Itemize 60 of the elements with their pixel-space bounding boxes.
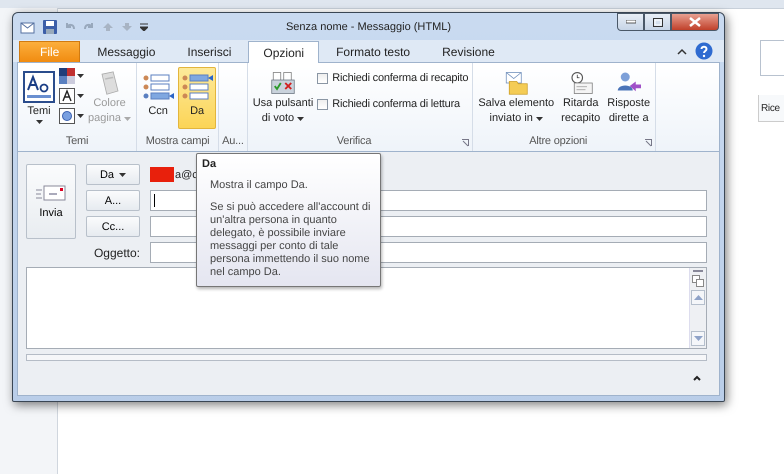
close-icon bbox=[689, 17, 701, 27]
ribbon-tab[interactable]: Revisione bbox=[427, 41, 510, 62]
group-label: Au... bbox=[221, 135, 245, 149]
font-icon[interactable] bbox=[59, 88, 75, 104]
collapse-ribbon-icon[interactable] bbox=[677, 48, 687, 54]
help-icon[interactable] bbox=[695, 42, 713, 60]
ribbon-button[interactable]: Temi bbox=[20, 67, 58, 129]
save-icon[interactable] bbox=[43, 20, 57, 34]
split-handle-icon bbox=[693, 270, 703, 272]
customize-menu-icon[interactable] bbox=[140, 22, 148, 30]
tooltip-text: Se si può accedere all'account di un'altra persona in quanto delegato, è possibile inviare messaggi per conto di tale persona immettendo il suo nome nel campo Da. bbox=[209, 201, 372, 279]
maximize-icon bbox=[652, 18, 662, 26]
ribbon-button[interactable]: Salva elemento inviato in bbox=[475, 67, 558, 129]
ribbon-tab[interactable]: Formato testo bbox=[321, 41, 426, 62]
ribbon-button[interactable]: Da bbox=[178, 67, 216, 129]
caret-icon bbox=[297, 117, 304, 121]
minimize-button[interactable] bbox=[617, 13, 644, 31]
group-label: Altre opzioni bbox=[528, 135, 588, 149]
window-title: Senza nome - Messaggio (HTML) bbox=[286, 21, 452, 33]
dialog-launcher-icon[interactable] bbox=[644, 139, 652, 147]
send-button[interactable]: Invia bbox=[26, 164, 76, 239]
tooltip-title: Da bbox=[202, 158, 218, 170]
group-label: Mostra campi bbox=[144, 135, 210, 149]
address-button[interactable]: A... bbox=[86, 190, 140, 211]
checkbox[interactable]: Richiedi conferma di recapito bbox=[317, 72, 468, 84]
caret-icon bbox=[119, 172, 126, 176]
close-button[interactable] bbox=[671, 13, 719, 31]
ribbon-button[interactable]: Usa pulsanti di voto bbox=[250, 67, 316, 129]
search-field[interactable] bbox=[760, 40, 784, 76]
minimize-icon bbox=[626, 20, 636, 24]
caret-icon bbox=[536, 117, 543, 121]
caret-icon bbox=[77, 94, 84, 98]
caret-icon bbox=[124, 117, 132, 121]
address-button[interactable]: Da bbox=[86, 164, 140, 185]
from-value: a@c bbox=[175, 168, 198, 180]
effects-icon[interactable] bbox=[59, 108, 75, 124]
ribbon-button[interactable]: Ccn bbox=[139, 67, 178, 129]
ribbon-button[interactable]: Risposte dirette a bbox=[604, 67, 654, 129]
ribbon-tab[interactable]: Opzioni bbox=[248, 41, 320, 63]
tooltip-text: Mostra il campo Da. bbox=[209, 179, 309, 192]
ribbon-tab[interactable]: Messaggio bbox=[82, 41, 170, 62]
column-header[interactable]: Rice bbox=[758, 95, 784, 122]
caret-icon bbox=[77, 74, 84, 78]
checkbox[interactable]: Richiedi conferma di lettura bbox=[317, 98, 468, 110]
color-swatch-icon[interactable] bbox=[59, 68, 75, 84]
expand-icon[interactable] bbox=[693, 375, 701, 381]
group-label: Verifica bbox=[336, 135, 372, 149]
subject-label: Oggetto: bbox=[92, 246, 140, 260]
people-pane-icon bbox=[692, 275, 704, 287]
caret-icon bbox=[36, 120, 42, 124]
maximize-button[interactable] bbox=[644, 13, 671, 31]
group-label: Temi bbox=[64, 135, 90, 149]
caret-icon bbox=[77, 114, 84, 118]
ribbon-tab[interactable]: Inserisci bbox=[172, 41, 246, 62]
message-body-field[interactable] bbox=[26, 267, 707, 349]
address-button[interactable]: Cc... bbox=[86, 216, 140, 237]
themes-icon bbox=[23, 71, 55, 103]
ribbon-button[interactable]: Ritarda recapito bbox=[558, 67, 604, 129]
dialog-launcher-icon[interactable] bbox=[461, 139, 470, 147]
envelope-icon bbox=[36, 184, 66, 200]
